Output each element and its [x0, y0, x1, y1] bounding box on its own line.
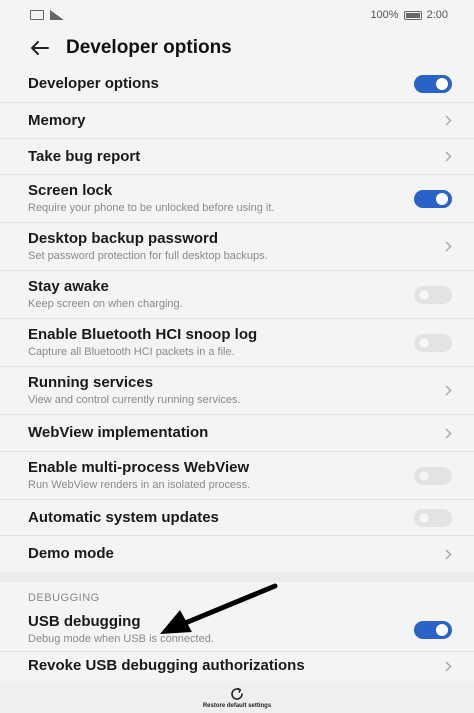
row-title: Desktop backup password [28, 230, 219, 247]
row-stay-awake[interactable]: Stay awake Keep screen on when charging. [0, 271, 474, 319]
row-take-bug-report[interactable]: Take bug report [0, 139, 474, 175]
row-desktop-backup-password[interactable]: Desktop backup password Set password pro… [0, 223, 474, 271]
restore-icon[interactable] [229, 686, 245, 702]
row-title: Enable multi-process WebView [28, 459, 250, 476]
status-right: 100% 2:00 [370, 9, 448, 21]
row-title: WebView implementation [28, 424, 209, 441]
battery-icon [403, 10, 422, 20]
battery-percent: 100% [370, 9, 399, 21]
row-subtitle: Capture all Bluetooth HCI packets in a f… [28, 346, 235, 358]
row-automatic-system-updates[interactable]: Automatic system updates [0, 500, 474, 536]
row-demo-mode[interactable]: Demo mode [0, 536, 474, 572]
row-running-services[interactable]: Running services View and control curren… [0, 367, 474, 415]
screen-lock-toggle[interactable] [414, 189, 452, 208]
row-title: Stay awake [28, 278, 109, 295]
row-webview-implementation[interactable]: WebView implementation [0, 415, 474, 452]
chevron-right-icon [440, 548, 452, 560]
automatic-updates-toggle[interactable] [414, 508, 452, 527]
chevron-right-icon [440, 385, 452, 397]
clock: 2:00 [426, 9, 448, 21]
row-subtitle: Set password protection for full desktop… [28, 250, 268, 262]
bluetooth-hci-snoop-toggle[interactable] [414, 333, 452, 352]
chevron-right-icon [440, 115, 452, 127]
multi-process-webview-toggle[interactable] [414, 466, 452, 485]
status-left [30, 10, 64, 20]
chevron-right-icon [440, 427, 452, 439]
row-title: Enable Bluetooth HCI snoop log [28, 326, 258, 343]
developer-options-toggle[interactable] [414, 75, 452, 93]
row-subtitle: View and control currently running servi… [28, 394, 241, 406]
arrow-left-icon[interactable] [28, 37, 50, 59]
restore-default-settings-label: Restore default settings [202, 702, 272, 709]
signal-icon [50, 10, 64, 20]
chevron-right-icon [440, 660, 452, 672]
row-title: Developer options [28, 75, 159, 92]
page-title: Developer options [66, 37, 232, 58]
row-revoke-usb-authorizations[interactable]: Revoke USB debugging authorizations [0, 652, 474, 680]
row-developer-options[interactable]: Developer options [0, 66, 474, 103]
row-bluetooth-hci-snoop[interactable]: Enable Bluetooth HCI snoop log Capture a… [0, 319, 474, 367]
row-title: Memory [28, 111, 86, 129]
usb-debugging-toggle[interactable] [414, 620, 452, 639]
row-title: Automatic system updates [28, 508, 219, 526]
row-subtitle: Require your phone to be unlocked before… [28, 202, 275, 214]
sim-card-icon [30, 10, 44, 20]
chevron-right-icon [440, 241, 452, 253]
chevron-right-icon [440, 151, 452, 163]
row-screen-lock[interactable]: Screen lock Require your phone to be unl… [0, 175, 474, 223]
row-title: Screen lock [28, 182, 113, 199]
bottom-bar[interactable]: Restore default settings [0, 681, 474, 713]
row-title: Demo mode [28, 545, 114, 562]
arrow-annotation [160, 583, 278, 634]
row-subtitle: Keep screen on when charging. [28, 298, 183, 310]
row-title: Running services [28, 374, 154, 391]
row-subtitle: Run WebView renders in an isolated proce… [28, 479, 251, 491]
status-bar: 100% 2:00 [0, 0, 474, 30]
row-multi-process-webview[interactable]: Enable multi-process WebView Run WebView… [0, 452, 474, 500]
app-bar: Developer options [0, 30, 474, 66]
row-title: Revoke USB debugging authorizations [28, 657, 305, 674]
stay-awake-toggle[interactable] [414, 285, 452, 304]
row-title: Take bug report [28, 147, 141, 165]
row-memory[interactable]: Memory [0, 103, 474, 139]
